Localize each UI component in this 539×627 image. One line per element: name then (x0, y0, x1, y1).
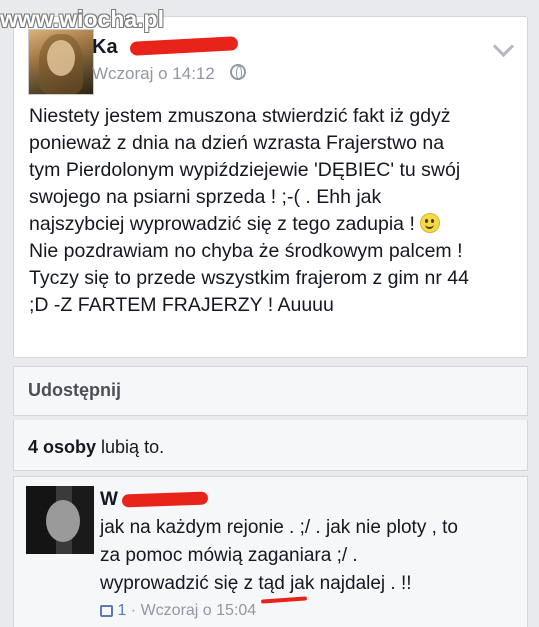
comment-timestamp[interactable]: Wczoraj o 15:04 (141, 602, 257, 619)
chevron-down-icon[interactable] (492, 35, 515, 58)
globe-icon (230, 64, 246, 80)
commenter-avatar[interactable] (26, 486, 94, 554)
share-bar: Udostępnij (13, 366, 528, 416)
likes-suffix: lubią to. (96, 437, 165, 457)
comment-text: jak na każdym rejonie . ;/ . jak nie plo… (100, 517, 459, 594)
redaction-scribble (121, 491, 209, 508)
smiley-icon (420, 213, 441, 233)
post-text-part1: Niestety jestem zmuszona stwierdzić fakt… (29, 105, 461, 235)
share-button[interactable]: Udostępnij (28, 380, 121, 401)
author-avatar[interactable] (28, 29, 94, 95)
thumbs-up-icon[interactable] (100, 605, 113, 617)
post-author-name[interactable]: Ka (92, 36, 118, 59)
comment: W jak na każdym rejonie . ;/ . jak nie p… (13, 476, 528, 627)
redaction-scribble (129, 36, 239, 56)
post-timestamp[interactable]: Wczoraj o 14:12 (92, 64, 215, 84)
avatar-face (47, 40, 75, 76)
likes-bar: 4 osoby lubią to. (13, 420, 528, 471)
post-text-part2: Nie pozdrawiam no chyba że środkowym pal… (29, 240, 469, 316)
meta-separator: · (126, 602, 141, 619)
comment-author-name[interactable]: W (100, 489, 118, 511)
likes-count[interactable]: 4 osoby (28, 437, 96, 457)
watermark: www.wiocha.pl (0, 6, 164, 32)
post-card: Ka Wczoraj o 14:12 Niestety jestem zmusz… (13, 16, 528, 358)
post-text: Niestety jestem zmuszona stwierdzić fakt… (29, 103, 519, 319)
comment-meta: 1 · Wczoraj o 15:04 (100, 602, 256, 620)
avatar-face (46, 500, 80, 542)
likes-summary[interactable]: 4 osoby lubią to. (28, 437, 164, 458)
